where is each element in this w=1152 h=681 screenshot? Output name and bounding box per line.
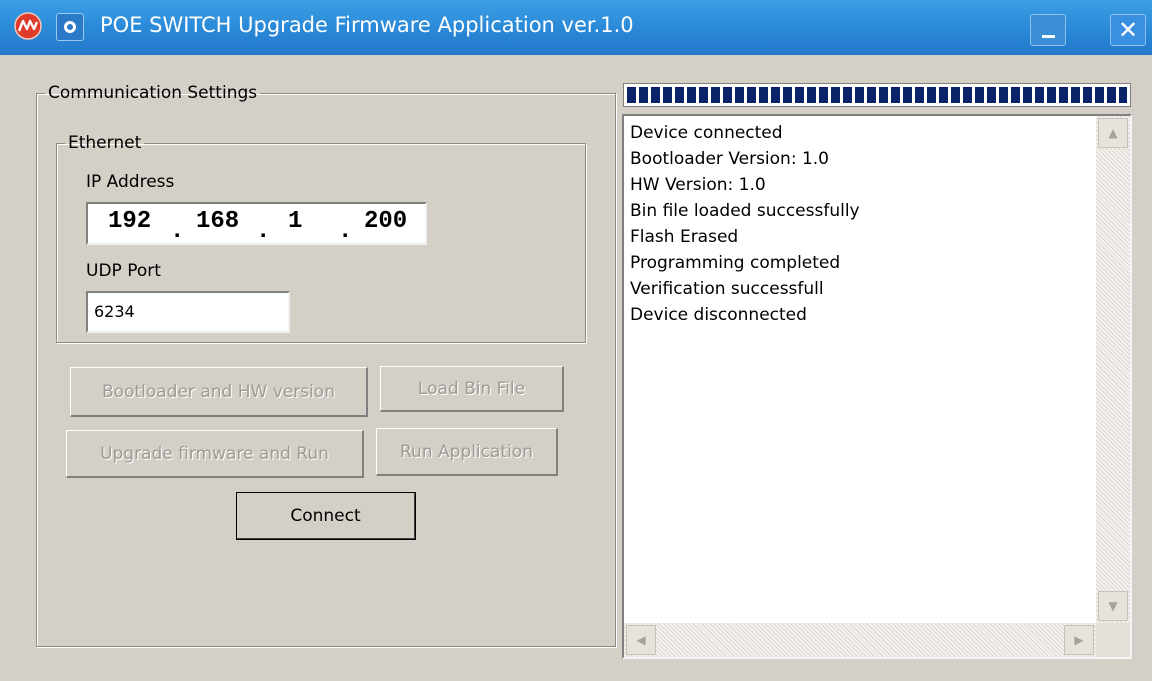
load-bin-file-button[interactable]: Load Bin File: [380, 366, 564, 412]
scroll-down-icon[interactable]: ▼: [1098, 591, 1128, 621]
window-title: POE SWITCH Upgrade Firmware Application …: [100, 13, 634, 37]
log-line: Bin file loaded successfully: [630, 201, 860, 221]
minimize-button[interactable]: [1030, 14, 1066, 46]
vertical-scrollbar[interactable]: ▲ ▼: [1096, 116, 1130, 623]
upgrade-firmware-run-button[interactable]: Upgrade firmware and Run: [66, 430, 364, 478]
progress-bar: [623, 83, 1131, 107]
ip-octet-4[interactable]: 200: [364, 208, 407, 235]
ip-separator: .: [338, 218, 353, 245]
scroll-left-icon[interactable]: ◀: [626, 625, 656, 655]
log-textbox[interactable]: Device connected Bootloader Version: 1.0…: [622, 114, 1132, 659]
scroll-right-icon[interactable]: ▶: [1064, 625, 1094, 655]
microchip-logo-icon: [14, 12, 42, 40]
ip-separator: .: [170, 218, 185, 245]
log-lines: Device connected Bootloader Version: 1.0…: [630, 120, 860, 328]
ip-octet-3[interactable]: 1: [288, 208, 302, 235]
log-line: Bootloader Version: 1.0: [630, 149, 829, 169]
log-line: Device disconnected: [630, 305, 807, 325]
udp-port-label: UDP Port: [86, 261, 161, 281]
progress-fill: [627, 87, 1127, 103]
log-line: HW Version: 1.0: [630, 175, 766, 195]
log-line: Programming completed: [630, 253, 841, 273]
log-line: Flash Erased: [630, 227, 739, 247]
ip-separator: .: [256, 218, 271, 245]
log-line: Device connected: [630, 123, 783, 143]
ethernet-legend: Ethernet: [68, 133, 142, 153]
close-button[interactable]: ✕: [1110, 14, 1146, 46]
scrollbar-corner: [1096, 623, 1130, 657]
connect-button[interactable]: Connect: [236, 492, 416, 540]
udp-port-input[interactable]: 6234: [86, 291, 290, 333]
ip-octet-2[interactable]: 168: [196, 208, 239, 235]
scroll-up-icon[interactable]: ▲: [1098, 118, 1128, 148]
run-application-button[interactable]: Run Application: [376, 428, 558, 476]
ip-address-label: IP Address: [86, 172, 175, 192]
title-bar: POE SWITCH Upgrade Firmware Application …: [0, 0, 1152, 55]
communication-settings-legend: Communication Settings: [48, 83, 258, 103]
system-menu-icon[interactable]: [56, 13, 84, 41]
close-icon: ✕: [1117, 16, 1139, 44]
ip-octet-1[interactable]: 192: [108, 208, 151, 235]
ip-address-field[interactable]: 192 . 168 . 1 . 200: [86, 202, 427, 245]
bootloader-hw-version-button[interactable]: Bootloader and HW version: [70, 367, 368, 417]
horizontal-scrollbar[interactable]: ◀ ▶: [624, 623, 1096, 657]
log-line: Verification successfull: [630, 279, 824, 299]
